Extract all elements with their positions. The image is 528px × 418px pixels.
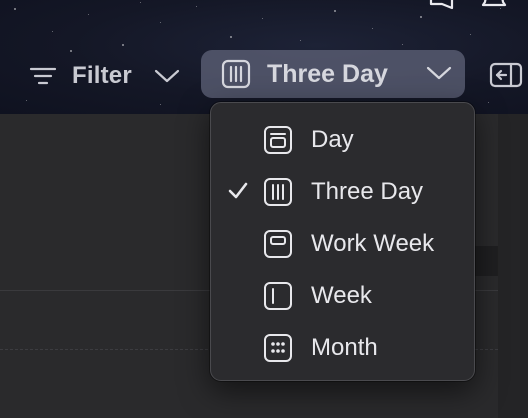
- month-view-icon: [264, 334, 292, 362]
- top-toolbar: Filter Three Day: [0, 0, 528, 114]
- menu-item-month[interactable]: Month: [211, 323, 474, 371]
- menu-item-three-day[interactable]: Three Day: [211, 167, 474, 215]
- view-selector-button[interactable]: Three Day: [201, 50, 465, 98]
- menu-item-label: Day: [311, 126, 354, 153]
- day-view-icon: [264, 126, 292, 154]
- calendar-side-column: [498, 114, 528, 418]
- menu-item-day[interactable]: Day: [211, 115, 474, 163]
- chevron-down-icon: [154, 69, 179, 83]
- menu-item-label: Week: [311, 282, 372, 309]
- menu-item-label: Month: [311, 334, 378, 361]
- work-week-view-icon: [264, 230, 292, 258]
- checkmark-icon: [228, 182, 248, 199]
- view-dropdown-menu: Day Three Day Work Week Week Month: [210, 102, 475, 381]
- view-selector-label: Three Day: [267, 59, 388, 88]
- menu-item-week[interactable]: Week: [211, 271, 474, 319]
- collapse-panel-icon[interactable]: [489, 62, 523, 88]
- megaphone-icon[interactable]: [428, 0, 456, 10]
- top-right-icons: [408, 0, 528, 14]
- week-view-icon: [264, 282, 292, 310]
- calendar-edge-strip: [475, 246, 498, 276]
- three-day-view-icon: [221, 59, 251, 89]
- menu-item-label: Work Week: [311, 230, 435, 257]
- three-day-view-icon: [264, 178, 292, 206]
- chevron-down-icon: [426, 66, 452, 80]
- menu-item-work-week[interactable]: Work Week: [211, 219, 474, 267]
- bell-icon[interactable]: [480, 0, 508, 10]
- filter-lines-icon: [29, 67, 57, 85]
- filter-label: Filter: [72, 62, 132, 89]
- menu-item-label: Three Day: [311, 178, 424, 205]
- filter-button[interactable]: Filter: [28, 56, 198, 96]
